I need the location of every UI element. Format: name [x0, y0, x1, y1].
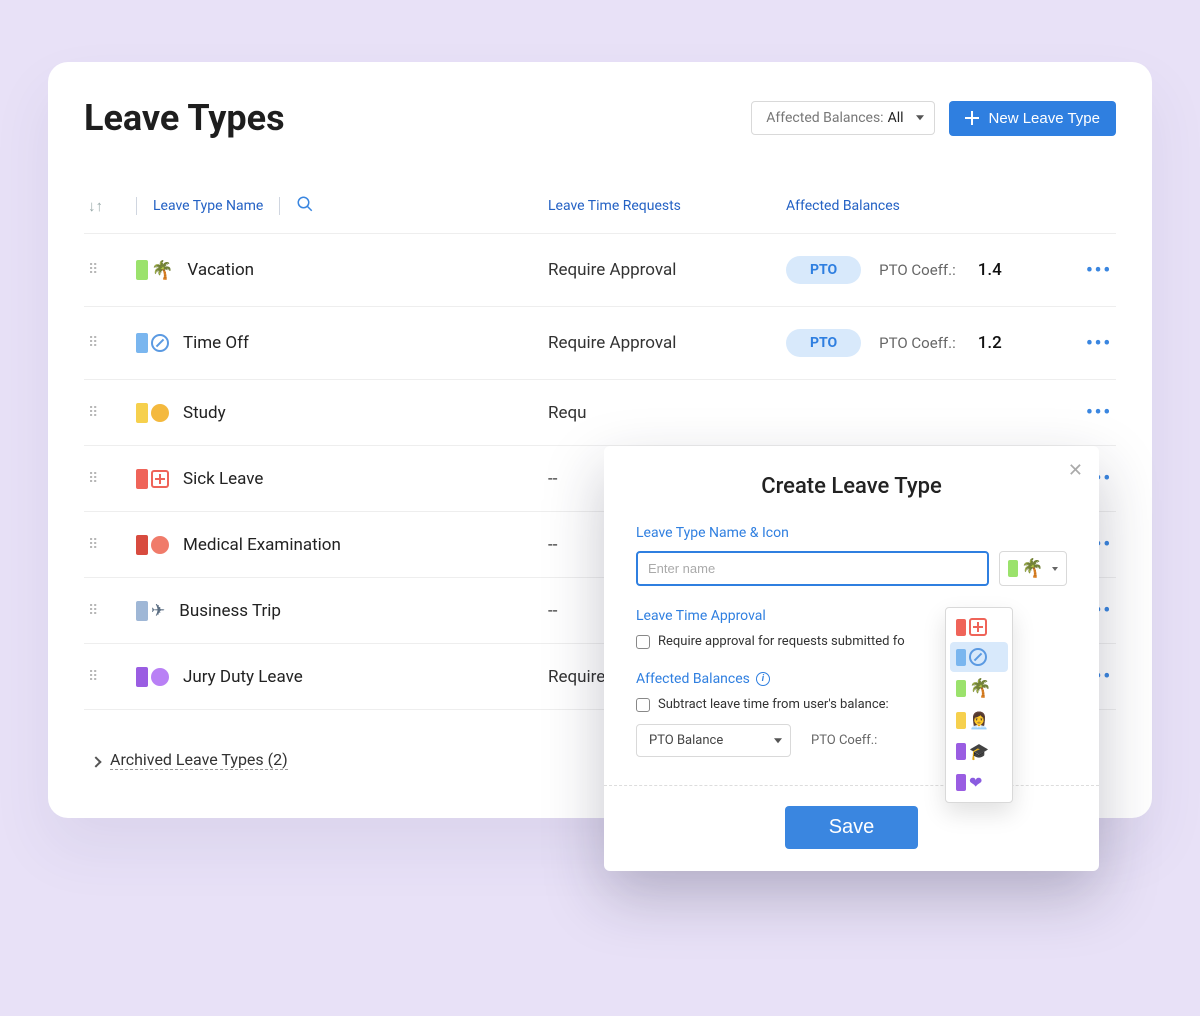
circle-icon — [151, 404, 169, 422]
row-name[interactable]: ✈Business Trip — [108, 601, 548, 621]
close-icon[interactable]: ✕ — [1068, 460, 1083, 481]
more-icon[interactable]: ••• — [1086, 333, 1112, 354]
color-swatch — [136, 667, 148, 687]
row-name[interactable]: Study — [108, 403, 548, 423]
icon-option[interactable]: 🎓 — [950, 736, 1008, 767]
table-row: ⠿🌴VacationRequire ApprovalPTOPTO Coeff.:… — [84, 234, 1116, 307]
drag-handle-icon[interactable]: ⠿ — [88, 341, 108, 345]
page-title: Leave Types — [84, 97, 285, 139]
archived-label: Archived Leave Types (2) — [110, 750, 288, 770]
icon-option[interactable] — [950, 612, 1008, 642]
col-name[interactable]: Leave Type Name — [108, 195, 548, 217]
row-request: Require Approval — [548, 260, 786, 280]
color-swatch — [136, 260, 148, 280]
palm-icon: 🌴 — [1021, 558, 1043, 579]
medical-icon — [151, 470, 169, 488]
header-actions: Affected Balances: All New Leave Type — [751, 101, 1116, 136]
prohibit-icon — [969, 648, 987, 666]
name-section-label: Leave Type Name & Icon — [636, 525, 1067, 541]
subtract-label: Subtract leave time from user's balance: — [658, 697, 889, 712]
row-name[interactable]: Medical Examination — [108, 535, 548, 555]
drag-handle-icon[interactable]: ⠿ — [88, 268, 108, 272]
plane-icon: ✈ — [151, 601, 165, 621]
chevron-down-icon — [916, 115, 924, 120]
save-button[interactable]: Save — [785, 806, 919, 849]
more-icon[interactable]: ••• — [1086, 402, 1112, 423]
drag-handle-icon[interactable]: ⠿ — [88, 477, 108, 481]
require-approval-label: Require approval for requests submitted … — [658, 634, 905, 649]
color-swatch — [136, 333, 148, 353]
row-balance: PTOPTO Coeff.:1.4 — [786, 256, 1072, 284]
icon-option[interactable]: 🌴 — [950, 672, 1008, 705]
row-name[interactable]: Jury Duty Leave — [108, 667, 548, 687]
info-icon[interactable]: i — [756, 672, 770, 686]
icon-option[interactable]: 👩‍💼 — [950, 705, 1008, 736]
row-request: Requ — [548, 403, 786, 423]
row-name[interactable]: Sick Leave — [108, 469, 548, 489]
color-swatch — [136, 469, 148, 489]
table-head: ↓↑ Leave Type Name Leave Time Requests A… — [84, 189, 1116, 234]
table-row: ⠿Time OffRequire ApprovalPTOPTO Coeff.:1… — [84, 307, 1116, 380]
chevron-down-icon — [1052, 567, 1058, 571]
sort-control[interactable]: ↓↑ — [88, 197, 108, 215]
circle-icon — [151, 536, 169, 554]
row-name[interactable]: Time Off — [108, 333, 548, 353]
row-balance: PTOPTO Coeff.:1.2 — [786, 329, 1072, 357]
checkbox-icon[interactable] — [636, 698, 650, 712]
icon-option[interactable] — [950, 642, 1008, 672]
graduation-icon: 🎓 — [969, 742, 989, 761]
color-swatch — [136, 535, 148, 555]
icon-dropdown: 🌴 👩‍💼 🎓 ❤ — [945, 607, 1013, 803]
pto-badge: PTO — [786, 256, 861, 284]
filter-label: Affected Balances: — [766, 110, 883, 126]
row-name[interactable]: 🌴Vacation — [108, 260, 548, 281]
create-leave-type-modal: ✕ Create Leave Type Leave Type Name & Ic… — [604, 446, 1099, 871]
drag-handle-icon[interactable]: ⠿ — [88, 543, 108, 547]
medical-icon — [969, 618, 987, 636]
chevron-right-icon — [92, 751, 100, 770]
modal-title: Create Leave Type — [636, 474, 1067, 499]
col-balances[interactable]: Affected Balances — [786, 198, 1112, 214]
prohibit-icon — [151, 334, 169, 352]
balance-select[interactable]: PTO Balance — [636, 724, 791, 757]
new-button-label: New Leave Type — [989, 110, 1100, 127]
drag-handle-icon[interactable]: ⠿ — [88, 675, 108, 679]
palm-icon: 🌴 — [969, 678, 991, 699]
col-requests[interactable]: Leave Time Requests — [548, 198, 786, 214]
plus-icon — [965, 111, 979, 125]
color-swatch — [136, 601, 148, 621]
color-swatch — [136, 403, 148, 423]
search-icon[interactable] — [296, 195, 314, 217]
checkbox-icon[interactable] — [636, 635, 650, 649]
person-icon: 👩‍💼 — [969, 711, 989, 730]
more-icon[interactable]: ••• — [1086, 260, 1112, 281]
heart-icon: ❤ — [969, 773, 982, 792]
row-request: Require Approval — [548, 333, 786, 353]
circle-icon — [151, 668, 169, 686]
drag-handle-icon[interactable]: ⠿ — [88, 411, 108, 415]
header: Leave Types Affected Balances: All New L… — [84, 97, 1116, 139]
new-leave-type-button[interactable]: New Leave Type — [949, 101, 1116, 136]
coef-label: PTO Coeff.: — [811, 733, 877, 748]
affected-balances-filter[interactable]: Affected Balances: All — [751, 101, 934, 135]
chevron-down-icon — [774, 738, 782, 743]
drag-handle-icon[interactable]: ⠿ — [88, 609, 108, 613]
filter-value: All — [888, 110, 904, 126]
table-row: ⠿StudyRequ ••• — [84, 380, 1116, 446]
leave-type-name-input[interactable] — [636, 551, 989, 586]
icon-option[interactable]: ❤ — [950, 767, 1008, 798]
icon-select[interactable]: 🌴 — [999, 551, 1067, 586]
pto-badge: PTO — [786, 329, 861, 357]
palm-icon: 🌴 — [151, 260, 173, 281]
